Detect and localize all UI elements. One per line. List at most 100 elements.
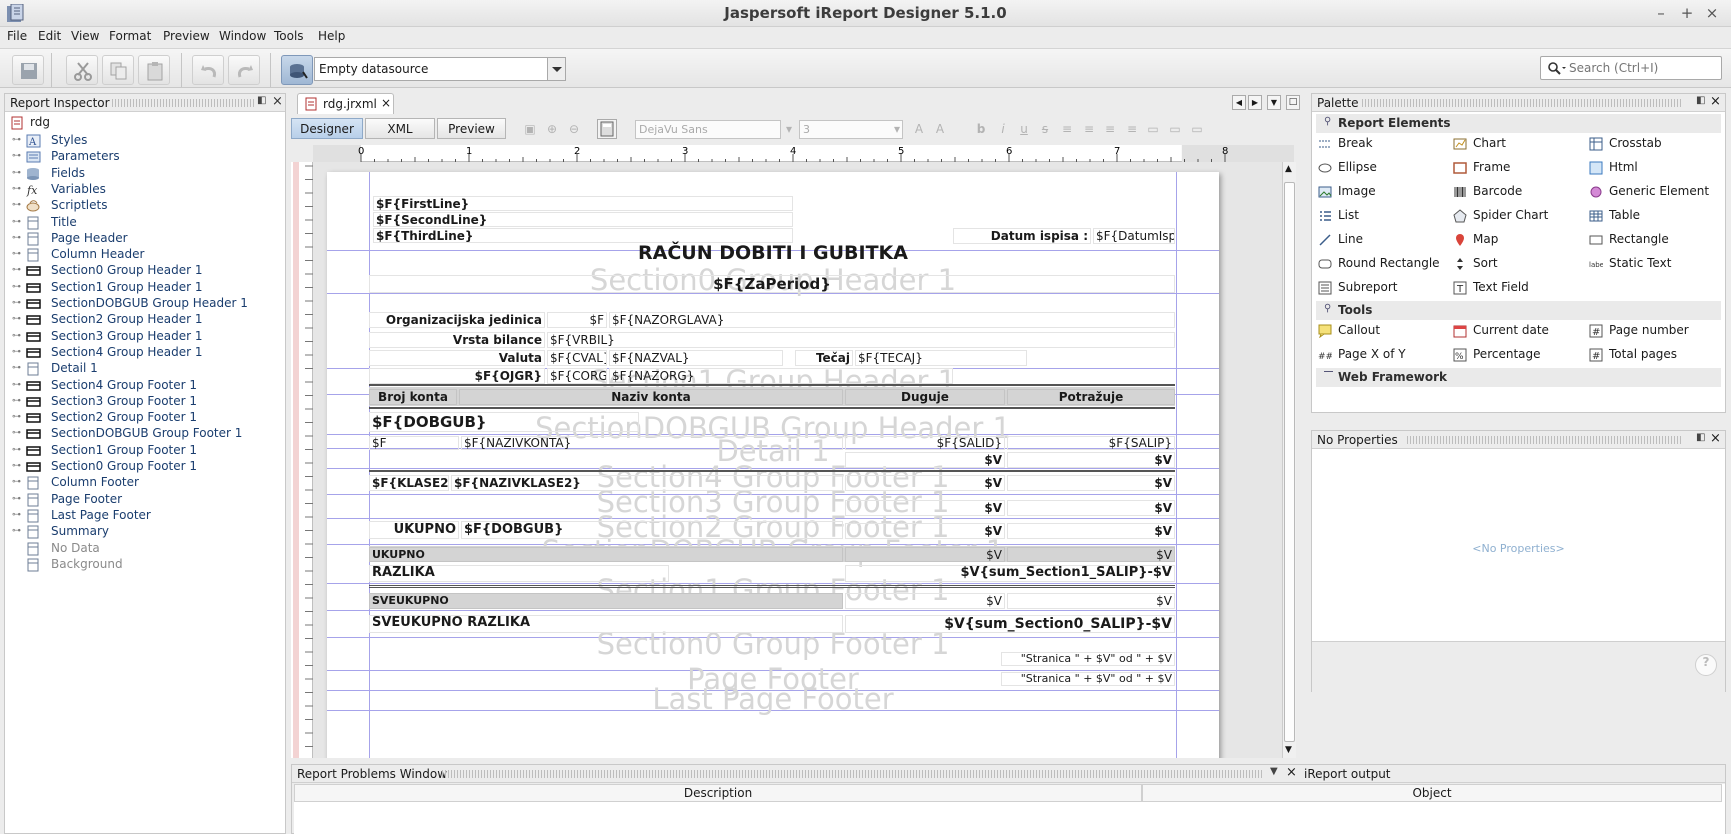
s4-duguje-sum[interactable]: $V: [845, 452, 1005, 468]
tree-item[interactable]: ⊶ Section1 Group Header 1: [5, 279, 285, 297]
dobgub-duguje-sum[interactable]: $V: [845, 523, 1005, 539]
nazivkonta-field[interactable]: $F{NAZIVKONTA}: [461, 436, 843, 450]
expand-icon[interactable]: ⊶: [12, 298, 22, 310]
chevron-down-icon[interactable]: [547, 58, 565, 80]
expand-icon[interactable]: ⊶: [12, 135, 22, 147]
expand-icon[interactable]: ⊶: [12, 282, 22, 294]
tree-item[interactable]: No Data: [5, 540, 285, 558]
tree-item[interactable]: ⊶ Scriptlets: [5, 197, 285, 215]
expand-icon[interactable]: ⊶: [12, 428, 22, 440]
tree-item[interactable]: ⊶ Detail 1: [5, 360, 285, 378]
tree-item[interactable]: ⊶ Column Header: [5, 246, 285, 264]
scroll-up-icon[interactable]: ▲: [1285, 164, 1292, 174]
tree-item[interactable]: ⊶ Section3 Group Header 1: [5, 328, 285, 346]
expand-icon[interactable]: ⊶: [12, 331, 22, 343]
tree-item[interactable]: ⊶ SectionDOBGUB Group Header 1: [5, 295, 285, 313]
search-input[interactable]: [1569, 59, 1719, 77]
tree-item[interactable]: Background: [5, 556, 285, 574]
align-justify-icon[interactable]: ≡: [1081, 122, 1097, 137]
ojgr-field[interactable]: $F{OJGR}: [369, 368, 545, 384]
tab-right-icon[interactable]: ▶: [1248, 95, 1262, 110]
ukupno-s1-label[interactable]: UKUPNO: [369, 547, 843, 562]
org-name-field[interactable]: $F{NAZORGLAVA}: [609, 312, 1175, 328]
minimize-panel-icon[interactable]: ◧: [1696, 432, 1705, 443]
expand-icon[interactable]: ⊶: [12, 494, 22, 506]
tree-item[interactable]: ⊶ Section4 Group Header 1: [5, 344, 285, 362]
align-middle-icon[interactable]: ▭: [1167, 122, 1183, 137]
expand-icon[interactable]: ⊶: [12, 347, 22, 359]
datasource-select[interactable]: Empty datasource: [314, 57, 566, 81]
bold-icon[interactable]: b: [973, 122, 989, 137]
tree-item[interactable]: ⊶ Section2 Group Header 1: [5, 311, 285, 329]
design-canvas[interactable]: Section0 Group Header 1 Section1 Group H…: [313, 162, 1282, 758]
maximize-editor-icon[interactable]: □: [1286, 95, 1300, 110]
detail-f-field[interactable]: $F: [369, 436, 459, 450]
sveukupno-label[interactable]: SVEUKUPNO: [369, 593, 843, 609]
s1-potrazuje-sum[interactable]: $V: [1007, 547, 1175, 562]
dobgub-potrazuje-sum[interactable]: $V: [1007, 523, 1175, 539]
s1-duguje-sum[interactable]: $V: [845, 547, 1005, 562]
vrsta-label[interactable]: Vrsta bilance: [369, 332, 545, 348]
tree-item[interactable]: ⊶ Section3 Group Footer 1: [5, 393, 285, 411]
menu-preview[interactable]: Preview: [163, 29, 210, 43]
close-icon[interactable]: ×: [1710, 94, 1721, 109]
datasource-wizard-button[interactable]: [281, 55, 313, 85]
expand-icon[interactable]: ⊶: [12, 526, 22, 538]
cut-button[interactable]: [66, 55, 98, 85]
menu-file[interactable]: File: [7, 29, 27, 43]
tree-item[interactable]: ⊶ Column Footer: [5, 474, 285, 492]
minimize-panel-icon[interactable]: ▼: [1270, 766, 1278, 777]
zoom-out-icon[interactable]: ⊖: [566, 122, 582, 137]
tree-item[interactable]: ⊶ SectionDOBGUB Group Footer 1: [5, 425, 285, 443]
align-right-icon[interactable]: ≡: [1124, 122, 1140, 137]
col-naziv-konta[interactable]: Naziv konta: [459, 389, 843, 405]
tab-rdg-jrxml[interactable]: rdg.jrxml ×: [297, 93, 394, 114]
menu-help[interactable]: Help: [318, 29, 345, 43]
font-size-combo[interactable]: 3: [799, 120, 903, 139]
tree-item[interactable]: ⊶ Page Footer: [5, 491, 285, 509]
nazval-field[interactable]: $F{NAZVAL}: [609, 350, 783, 366]
designer-tab[interactable]: Designer: [291, 118, 363, 139]
tecaj-label[interactable]: Tečaj: [795, 350, 853, 366]
tree-item[interactable]: ⊶ Section0 Group Footer 1: [5, 458, 285, 476]
tree-item[interactable]: ⊶ Section2 Group Footer 1: [5, 409, 285, 427]
save-all-button[interactable]: [12, 55, 44, 85]
corg-field[interactable]: $F{CORG}: [547, 368, 607, 384]
org-f-field[interactable]: $F: [547, 312, 607, 328]
tab-left-icon[interactable]: ◀: [1232, 95, 1246, 110]
menu-tools[interactable]: Tools: [274, 29, 304, 43]
tree-item[interactable]: ⊶ Section4 Group Footer 1: [5, 377, 285, 395]
s0-duguje-sum[interactable]: $V: [845, 593, 1005, 609]
sveukupno-razlika-field[interactable]: $V{sum_Section0_SALIP}-$V: [845, 615, 1175, 633]
minimize-panel-icon[interactable]: ◧: [257, 95, 266, 106]
tab-ireport-output[interactable]: iReport output: [1304, 767, 1391, 781]
second-line-field[interactable]: $F{SecondLine}: [373, 212, 793, 227]
canvas-scrollbar[interactable]: ▲ ▼: [1282, 162, 1296, 758]
preview-tab[interactable]: Preview: [437, 118, 506, 139]
vrsta-field[interactable]: $F{VRBIL}: [547, 332, 1175, 348]
increase-font-icon[interactable]: A: [911, 122, 927, 137]
menu-view[interactable]: View: [71, 29, 99, 43]
salip-field[interactable]: $F{SALIP}: [1007, 436, 1175, 450]
expand-icon[interactable]: ⊶: [12, 445, 22, 457]
zoom-fit-icon[interactable]: ▣: [522, 122, 538, 137]
menu-format[interactable]: Format: [109, 29, 151, 43]
expand-icon[interactable]: ⊶: [12, 461, 22, 473]
scroll-down-icon[interactable]: ▼: [1285, 745, 1292, 755]
expand-icon[interactable]: ⊶: [12, 314, 22, 326]
s2-duguje-sum[interactable]: $V: [845, 500, 1005, 516]
tree-root[interactable]: rdg: [5, 114, 285, 132]
salid-field[interactable]: $F{SALID}: [845, 436, 1005, 450]
expand-icon[interactable]: ⊶: [12, 184, 22, 196]
tree-item[interactable]: ⊶ fx Variables: [5, 181, 285, 199]
dobgub-footer-field[interactable]: $F{DOBGUB}: [461, 521, 843, 539]
tree-item[interactable]: ⊶ Last Page Footer: [5, 507, 285, 525]
decrease-font-icon[interactable]: A: [932, 122, 948, 137]
expand-icon[interactable]: ⊶: [12, 396, 22, 408]
tree-item[interactable]: ⊶ Title: [5, 214, 285, 232]
menu-edit[interactable]: Edit: [38, 29, 61, 43]
chevron-down-icon[interactable]: ▾: [889, 122, 905, 137]
expand-icon[interactable]: ⊶: [12, 363, 22, 375]
expand-icon[interactable]: [12, 543, 22, 555]
expand-icon[interactable]: ⊶: [12, 168, 22, 180]
